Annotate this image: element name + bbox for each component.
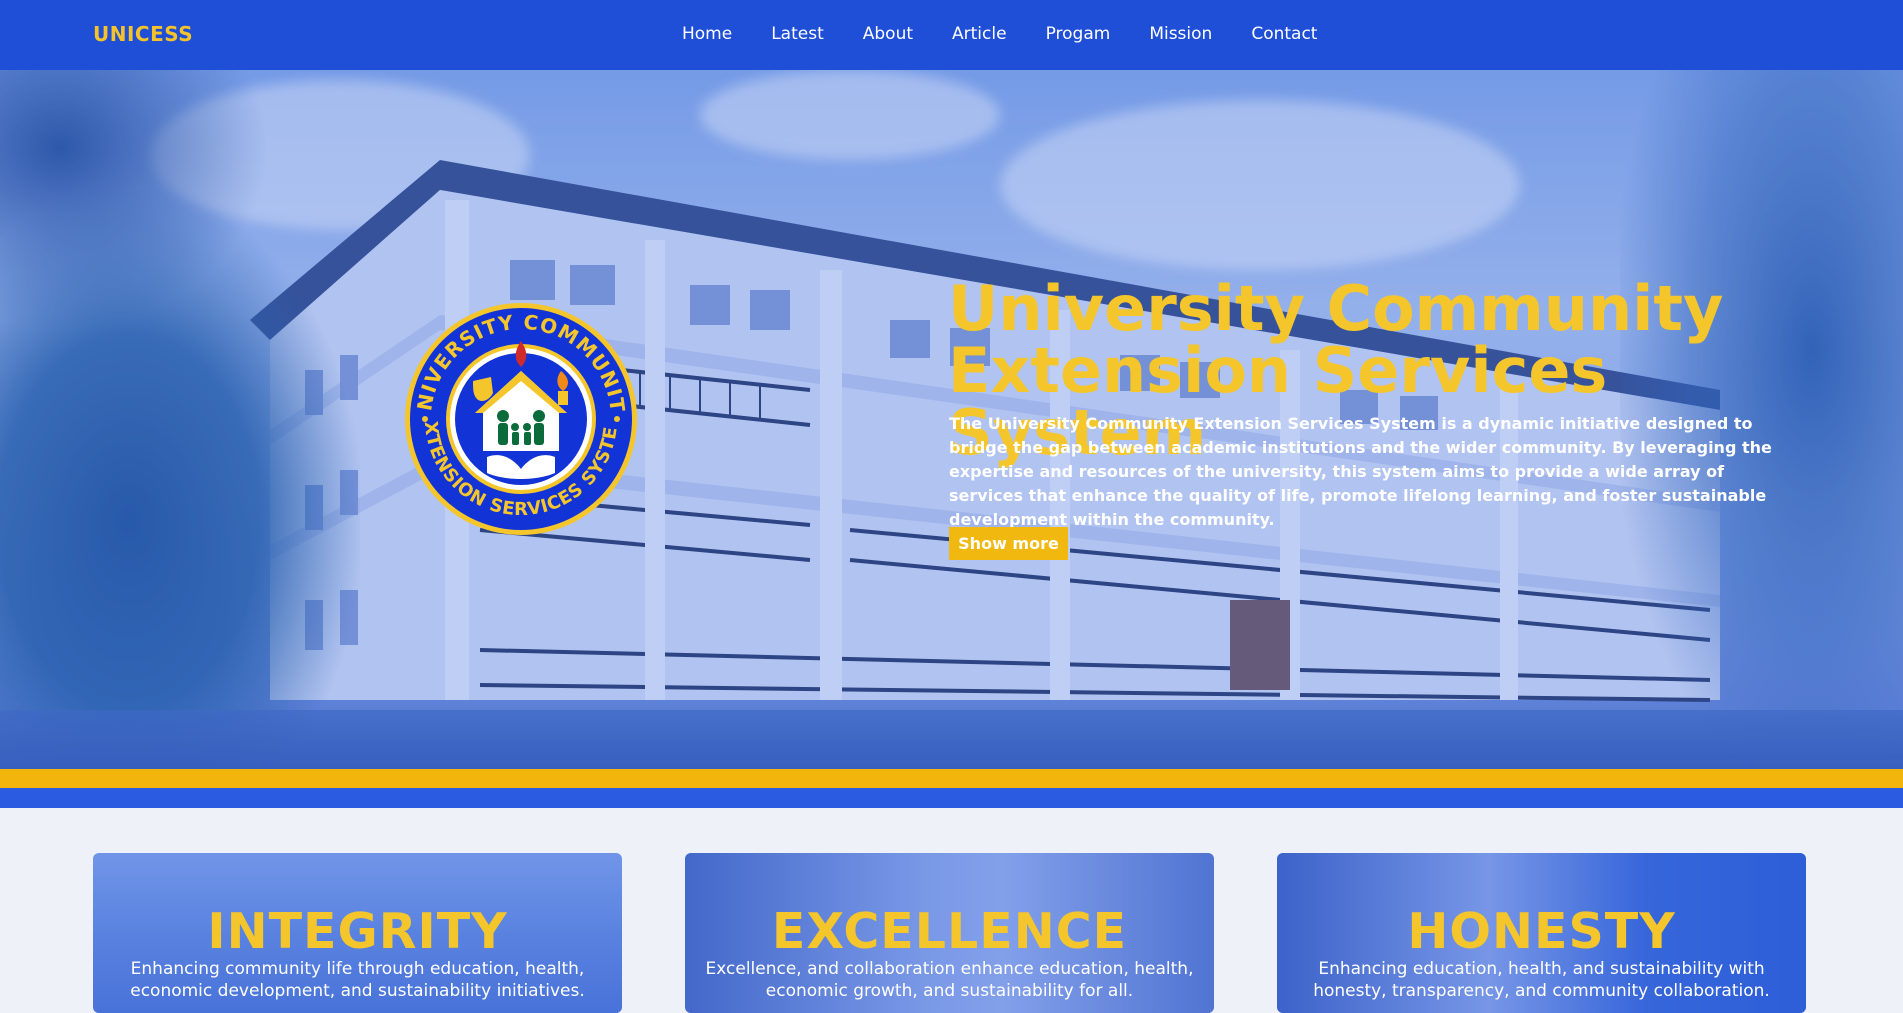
brand-logo-link[interactable]: UNICESS xyxy=(93,22,193,46)
nav-link-article[interactable]: Article xyxy=(952,24,1007,44)
nav-link-program[interactable]: Progam xyxy=(1046,24,1111,44)
nav-link-home[interactable]: Home xyxy=(682,24,732,44)
card-title: EXCELLENCE xyxy=(771,903,1128,960)
card-text: Enhancing education, health, and sustain… xyxy=(1313,959,1770,1001)
card-text: Excellence, and collaboration enhance ed… xyxy=(705,959,1194,1001)
nav-link-contact[interactable]: Contact xyxy=(1251,24,1317,44)
divider-stripe-blue xyxy=(0,788,1903,808)
card-title: INTEGRITY xyxy=(207,903,508,960)
top-navbar: UNICESS Home Latest About Article Progam… xyxy=(0,0,1903,70)
hero-description: The University Community Extension Servi… xyxy=(949,414,1772,529)
nav-links: Home Latest About Article Progam Mission… xyxy=(682,24,1356,44)
value-card-integrity[interactable]: INTEGRITY Enhancing community life throu… xyxy=(93,853,622,1013)
show-more-button[interactable]: Show more xyxy=(949,527,1068,560)
card-title: HONESTY xyxy=(1407,903,1676,960)
value-card-honesty[interactable]: HONESTY Enhancing education, health, and… xyxy=(1277,853,1806,1013)
card-text: Enhancing community life through educati… xyxy=(130,959,585,1001)
hero-section: UNIVERSITY COMMUNITY EXTENSION SERVICES … xyxy=(0,70,1903,769)
university-seal-logo: UNIVERSITY COMMUNITY EXTENSION SERVICES … xyxy=(403,301,637,535)
value-card-excellence[interactable]: EXCELLENCE Excellence, and collaboration… xyxy=(685,853,1214,1013)
nav-link-latest[interactable]: Latest xyxy=(771,24,824,44)
divider-stripe-gold xyxy=(0,769,1903,788)
nav-link-mission[interactable]: Mission xyxy=(1149,24,1212,44)
nav-link-about[interactable]: About xyxy=(863,24,913,44)
